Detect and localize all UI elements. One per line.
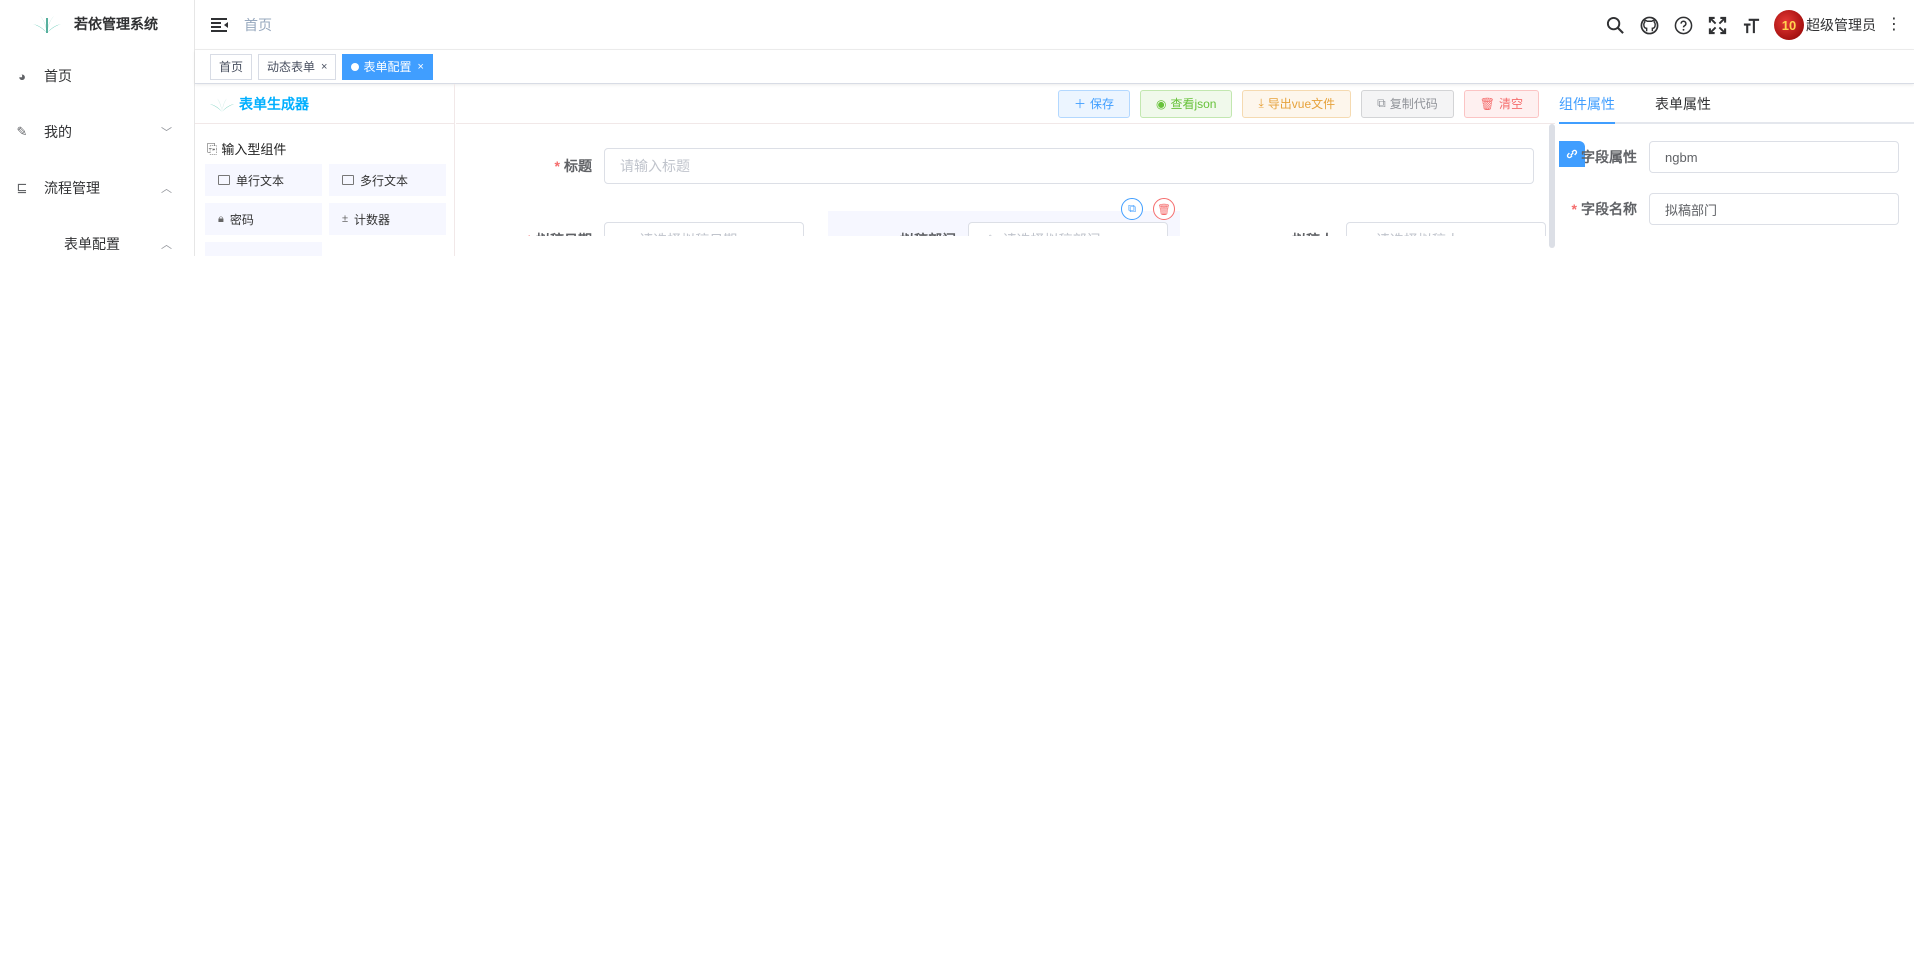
property-tabs: 组件属性 表单属性 bbox=[1559, 84, 1914, 124]
form-label: * 标题 bbox=[554, 158, 592, 174]
tab-component-props[interactable]: 组件属性 bbox=[1559, 94, 1615, 124]
field-attr-input[interactable]: ngbm bbox=[1649, 141, 1899, 173]
sidebar-item-workflow[interactable]: ⊑ 流程管理 ︿ bbox=[0, 160, 194, 216]
chevron-up-icon: ︿ bbox=[161, 239, 172, 251]
sidebar-item-home[interactable]: ◕ 首页 bbox=[0, 48, 194, 104]
tag-label: 动态表单 bbox=[267, 60, 316, 74]
tags-view: 首页 动态表单 × 表单配置 × bbox=[195, 50, 1914, 84]
component-list: 单行文本 多行文本 🔒︎ 密码 ± 计数器 bbox=[195, 158, 454, 256]
avatar[interactable]: 10 bbox=[1774, 10, 1804, 40]
button-label: 查看json bbox=[1170, 97, 1217, 111]
property-panel: 组件属性 表单属性 字段属性 ngbm * 字段名称 拟稿部门 bbox=[1559, 84, 1914, 256]
edit-icon: ✎ bbox=[16, 124, 28, 139]
more-vertical-icon[interactable]: ⋮ bbox=[1886, 17, 1902, 33]
copy-icon: ⧉ bbox=[1377, 96, 1386, 110]
field-name-input[interactable]: 拟稿部门 bbox=[1649, 193, 1899, 225]
button-label: 保存 bbox=[1089, 97, 1114, 111]
component-password[interactable]: 🔒︎ 密码 bbox=[205, 203, 322, 235]
sidebar-item-label: 表单配置 bbox=[64, 236, 120, 252]
app-title: 若依管理系统 bbox=[74, 16, 158, 32]
logo-icon bbox=[33, 16, 61, 33]
chevron-up-icon: ︿ bbox=[161, 183, 172, 195]
component-panel: 表单生成器 ⎘ 输入型组件 单行文本 多行文本 🔒︎ 密码 ± 计数器 bbox=[195, 84, 455, 256]
component-icon: ⎘ bbox=[207, 140, 218, 156]
form-generator-logo: 表单生成器 bbox=[195, 84, 454, 124]
scrollbar[interactable] bbox=[1549, 124, 1555, 248]
tab-form-props[interactable]: 表单属性 bbox=[1655, 94, 1711, 122]
component-group-label: 输入型组件 bbox=[221, 142, 287, 157]
component-label: 密码 bbox=[229, 212, 254, 227]
view-json-button[interactable]: ◉ 查看json bbox=[1139, 89, 1233, 118]
form-canvas: ＋保存 ◉ 查看json ⤓ 导出vue文件 ⧉ 复制代码 🗑︎ 清空 * 标题 请输入标… bbox=[456, 84, 1555, 256]
form-item-title[interactable]: * 标题 请输入标题 bbox=[456, 148, 1534, 184]
form-preview: *标题 请输入标题 ⧉ 🗑︎ *拟稿日期 ▦请选择拟稿日期 拟稿部门 ♙请选择拟… bbox=[456, 124, 1555, 256]
tag-form-config[interactable]: 表单配置 × bbox=[342, 53, 433, 80]
form-generator-title: 表单生成器 bbox=[239, 95, 309, 112]
form-label: * 字段名称 bbox=[1571, 201, 1637, 217]
export-vue-button[interactable]: ⤓ 导出vue文件 bbox=[1242, 89, 1352, 118]
field-attr-row: 字段属性 ngbm bbox=[1559, 141, 1899, 173]
component-label: 计数器 bbox=[354, 212, 391, 227]
delete-icon[interactable]: 🗑︎ bbox=[1153, 198, 1175, 220]
search-icon[interactable] bbox=[1598, 0, 1632, 50]
trash-icon: 🗑︎ bbox=[1479, 96, 1495, 111]
tag-dynamic-form[interactable]: 动态表单 × bbox=[258, 53, 337, 80]
viewport-clip bbox=[456, 236, 1555, 256]
font-size-icon[interactable] bbox=[1734, 0, 1768, 50]
input-icon bbox=[218, 175, 230, 185]
sidebar: 若依管理系统 ◕ 首页 ✎ 我的 ﹀ ⊑ 流程管理 ︿ 表单配置 ︿ bbox=[0, 0, 195, 256]
clear-button[interactable]: 🗑︎ 清空 bbox=[1463, 89, 1539, 118]
fullscreen-icon[interactable] bbox=[1700, 0, 1734, 50]
copy-icon[interactable]: ⧉ bbox=[1121, 198, 1143, 220]
title-input[interactable]: 请输入标题 bbox=[604, 148, 1534, 184]
component-label: 单行文本 bbox=[236, 173, 285, 188]
navbar-right: 10 超级管理员 ⋮ bbox=[1598, 0, 1902, 50]
field-name-row: * 字段名称 拟稿部门 bbox=[1559, 193, 1899, 225]
plus-icon: ＋ bbox=[1073, 97, 1086, 111]
button-label: 清空 bbox=[1498, 97, 1523, 111]
counter-icon: ± bbox=[342, 213, 349, 225]
active-dot-icon bbox=[351, 62, 360, 71]
tag-home[interactable]: 首页 bbox=[210, 53, 253, 80]
save-button[interactable]: ＋保存 bbox=[1057, 89, 1130, 118]
github-icon[interactable] bbox=[1632, 0, 1666, 50]
sidebar-item-label: 首页 bbox=[44, 68, 72, 84]
help-icon[interactable] bbox=[1666, 0, 1700, 50]
sidebar-subitem-form-config[interactable]: 表单配置 ︿ bbox=[0, 216, 194, 256]
form-label: 字段属性 bbox=[1581, 149, 1637, 165]
copy-code-button[interactable]: ⧉ 复制代码 bbox=[1361, 89, 1454, 118]
breadcrumb: 首页 bbox=[244, 16, 272, 33]
logo[interactable]: 若依管理系统 bbox=[0, 0, 194, 48]
form-builder: 表单生成器 ⎘ 输入型组件 单行文本 多行文本 🔒︎ 密码 ± 计数器 ＋ 保存… bbox=[195, 84, 1914, 256]
textarea-icon bbox=[342, 175, 354, 185]
chevron-down-icon: ﹀ bbox=[161, 127, 172, 139]
component-more[interactable] bbox=[205, 242, 322, 256]
navbar: 首页 10 超级管理员 ⋮ bbox=[195, 0, 1914, 50]
tree-icon: ⊑ bbox=[16, 180, 28, 195]
eye-icon: ◉ bbox=[1155, 96, 1167, 111]
close-icon[interactable]: × bbox=[321, 61, 327, 73]
tag-label: 表单配置 bbox=[363, 60, 412, 74]
button-label: 复制代码 bbox=[1389, 97, 1438, 111]
download-icon: ⤓ bbox=[1258, 96, 1264, 110]
component-input[interactable]: 单行文本 bbox=[205, 164, 322, 196]
component-group-title: ⎘ 输入型组件 bbox=[195, 139, 454, 158]
sidebar-item-mine[interactable]: ✎ 我的 ﹀ bbox=[0, 104, 194, 160]
component-label: 多行文本 bbox=[360, 173, 409, 188]
sidebar-item-label: 我的 bbox=[44, 124, 72, 140]
username[interactable]: 超级管理员 bbox=[1806, 15, 1876, 35]
lock-icon: 🔒︎ bbox=[218, 212, 224, 225]
component-textarea[interactable]: 多行文本 bbox=[329, 164, 446, 196]
dashboard-icon: ◕ bbox=[18, 68, 26, 84]
tag-label: 首页 bbox=[219, 60, 244, 74]
component-counter[interactable]: ± 计数器 bbox=[329, 203, 446, 235]
close-icon[interactable]: × bbox=[417, 61, 423, 73]
sidebar-item-label: 流程管理 bbox=[44, 180, 100, 196]
button-label: 导出vue文件 bbox=[1267, 97, 1336, 111]
logo-icon bbox=[209, 96, 235, 112]
hamburger-icon[interactable] bbox=[211, 17, 229, 33]
builder-toolbar: ＋保存 ◉ 查看json ⤓ 导出vue文件 ⧉ 复制代码 🗑︎ 清空 bbox=[456, 84, 1555, 124]
